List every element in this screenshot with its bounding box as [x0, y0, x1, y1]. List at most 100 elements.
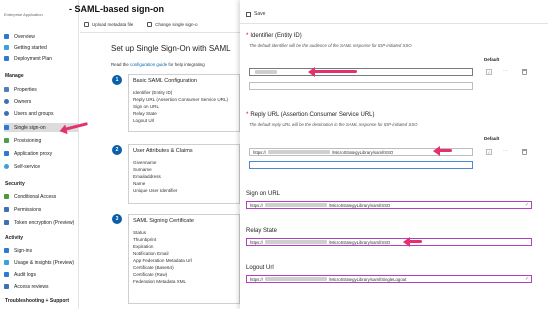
step-3-badge: 3 — [112, 214, 122, 224]
sidebar-item-label: Provisioning — [14, 137, 42, 144]
sidebar-item-deployment-plan[interactable]: Deployment Plan — [4, 54, 78, 63]
more-icon[interactable]: ⋯ — [503, 68, 508, 74]
sidebar-item-label: Permissions — [14, 206, 42, 213]
upload-metadata-button[interactable]: Upload metadata file — [84, 22, 133, 27]
card-line: App Federation Metadata Url — [133, 258, 192, 263]
setup-heading: Set up Single Sign-On with SAML — [111, 44, 231, 53]
sign-on-url-suffix: /MicroStrategyLibrary/saml/SSO — [328, 202, 391, 208]
sidebar-item-owners[interactable]: Owners — [4, 97, 78, 106]
sidebar-item-application-proxy[interactable]: Application proxy — [4, 149, 78, 158]
reply-url-prefix: https:// — [253, 149, 266, 155]
sidebar-item-users-and-groups[interactable]: Users and groups — [4, 109, 78, 118]
sidebar-item-label: Conditional Access — [14, 193, 57, 200]
valid-check-icon: ✓ — [525, 276, 530, 282]
sidebar-item-access-reviews[interactable]: Access reviews — [4, 282, 78, 291]
upload-metadata-label: Upload metadata file — [92, 22, 134, 27]
card-line: Certificate (Raw) — [133, 272, 168, 277]
sidebar-item-audit-logs[interactable]: Audit logs — [4, 270, 78, 279]
card-line: Reply URL (Assertion Consumer Service UR… — [133, 97, 229, 102]
sidebar-item-label: Overview — [14, 33, 35, 40]
section-security: Security — [5, 181, 25, 187]
sign-on-url-input[interactable]: https:// /MicroStrategyLibrary/saml/SSO — [246, 201, 532, 209]
trash-icon[interactable] — [522, 69, 527, 75]
step-1-card[interactable]: Basic SAML Configuration Identifier (Ent… — [128, 74, 240, 132]
proxy-icon — [4, 151, 9, 156]
relay-state-label: Relay State — [246, 228, 278, 234]
card-line: Givenname — [133, 160, 157, 165]
book-icon — [4, 56, 9, 61]
reply-url-new-input[interactable] — [249, 161, 473, 169]
overview-icon — [4, 34, 9, 39]
sidebar-item-provisioning[interactable]: Provisioning — [4, 136, 78, 145]
upload-icon — [84, 22, 89, 27]
page-title: - SAML-based sign-on — [69, 4, 164, 14]
sidebar-item-permissions[interactable]: Permissions — [4, 205, 78, 214]
step-2-badge: 2 — [112, 145, 122, 155]
identifier-label: * Identifier (Entity ID) — [246, 33, 302, 39]
redacted-value — [255, 70, 277, 74]
annotation-arrow-relay-state — [403, 236, 422, 247]
sidebar-item-token-encryption[interactable]: Token encryption (Preview) — [4, 218, 78, 227]
card-line: Status — [133, 230, 147, 235]
redacted-host — [264, 277, 327, 281]
provisioning-icon — [4, 138, 9, 143]
step-2-card[interactable]: User Attributes & Claims Givenname Surna… — [128, 144, 240, 204]
annotation-arrow-identifier — [308, 66, 357, 77]
identifier-label-text: Identifier (Entity ID) — [250, 33, 302, 39]
more-icon[interactable]: ⋯ — [503, 148, 508, 154]
sidebar-item-getting-started[interactable]: Getting started — [4, 43, 78, 52]
identifier-default-checkbox[interactable]: ✓ — [486, 69, 492, 75]
identifier-default-header: Default — [484, 57, 500, 62]
identifier-input[interactable] — [249, 68, 473, 76]
shield-icon — [4, 220, 9, 225]
logout-url-prefix: https:// — [250, 276, 263, 282]
basic-saml-configuration-panel: Save * Identifier (Entity ID) The default… — [240, 0, 548, 309]
sidebar-item-label: Usage & insights (Preview) — [14, 259, 75, 266]
change-sso-label: Change single sign-o — [155, 22, 198, 27]
sidebar-item-label: Single sign-on — [14, 124, 46, 131]
sidebar-item-label: Getting started — [14, 44, 47, 51]
owners-icon — [4, 99, 9, 104]
edit-icon — [147, 22, 153, 27]
reply-url-label-text: Reply URL (Assertion Consumer Service UR… — [250, 112, 375, 118]
setup-desc-suffix: for help integrating — [167, 62, 205, 67]
sidebar-item-label: Token encryption (Preview) — [14, 219, 75, 226]
logout-url-label: Logout Url — [246, 265, 274, 271]
card-line: Surname — [133, 167, 152, 172]
step-2-title: User Attributes & Claims — [133, 148, 193, 154]
card-line: Federation Metadata XML — [133, 279, 187, 284]
conditional-access-icon — [4, 194, 9, 199]
rocket-icon — [4, 45, 9, 50]
users-icon — [4, 111, 9, 116]
sign-ins-icon — [4, 248, 9, 253]
change-sso-button[interactable]: Change single sign-o — [147, 22, 198, 27]
setup-desc-prefix: Read the — [111, 62, 131, 67]
sidebar-item-sign-ins[interactable]: Sign-ins — [4, 246, 78, 255]
card-line: Emailaddress — [133, 174, 161, 179]
trash-icon[interactable] — [522, 149, 527, 155]
reply-url-default-header: Default — [484, 136, 500, 141]
step-3-card[interactable]: SAML Signing Certificate Status Thumbpri… — [128, 214, 240, 304]
sidebar-item-properties[interactable]: Properties — [4, 85, 78, 94]
step-1-title: Basic SAML Configuration — [133, 78, 197, 84]
configuration-guide-link[interactable]: configuration guide — [130, 62, 167, 67]
sidebar-item-label: Properties — [14, 86, 37, 93]
sign-on-url-prefix: https:// — [250, 202, 263, 208]
redacted-host — [264, 203, 327, 207]
sidebar-item-overview[interactable]: Overview — [4, 32, 78, 41]
redacted-host — [264, 240, 327, 244]
relay-state-input[interactable]: https:// /MicroStrategyLibrary/saml/SSO — [246, 238, 532, 246]
sidebar-item-usage-insights[interactable]: Usage & insights (Preview) — [4, 258, 78, 267]
sidebar: Enterprise Application Overview Getting … — [0, 0, 79, 309]
valid-check-icon: ✓ — [525, 202, 530, 208]
reply-url-default-checkbox[interactable]: ✓ — [486, 149, 492, 155]
identifier-new-input[interactable] — [249, 82, 473, 90]
sidebar-item-conditional-access[interactable]: Conditional Access — [4, 192, 78, 201]
logout-url-input[interactable]: https:// /MicroStrategyLibrary/saml/Sing… — [246, 275, 532, 283]
reply-url-hint: The default reply URL will be the destin… — [249, 122, 418, 127]
annotation-arrow-reply-url — [433, 145, 452, 156]
card-line: Thumbprint — [133, 237, 157, 242]
card-line: Certificate (Base64) — [133, 265, 174, 270]
save-button[interactable]: Save — [246, 11, 265, 17]
sidebar-item-self-service[interactable]: Self-service — [4, 162, 78, 171]
